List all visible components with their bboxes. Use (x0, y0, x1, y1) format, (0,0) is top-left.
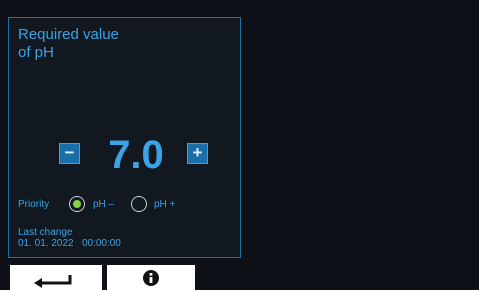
last-change-value: 01. 01. 2022 00:00:00 (18, 238, 121, 249)
last-change-info: Last change 01. 01. 2022 00:00:00 (18, 227, 121, 249)
increase-button[interactable]: + (187, 143, 208, 164)
panel-title: Required value of pH (18, 26, 119, 62)
priority-row: Priority pH – pH + (18, 196, 238, 214)
radio-selected-dot (73, 200, 81, 208)
device-screen: Required value of pH − 7.0 + Priority pH… (0, 0, 479, 290)
return-arrow-icon (34, 275, 72, 288)
back-button[interactable] (10, 265, 102, 290)
panel-title-line2: of pH (18, 44, 54, 61)
priority-ph-minus-radio[interactable] (69, 196, 85, 212)
setpoint-stepper: − 7.0 + (9, 133, 242, 177)
priority-label: Priority (18, 199, 50, 210)
decrease-button[interactable]: − (59, 143, 80, 164)
priority-ph-plus-label[interactable]: pH + (154, 196, 175, 214)
setpoint-value: 7.0 (108, 133, 164, 177)
info-button[interactable] (107, 265, 195, 290)
priority-ph-plus-radio[interactable] (131, 196, 147, 212)
priority-ph-minus-label[interactable]: pH – (93, 196, 114, 214)
last-change-label: Last change (18, 227, 73, 238)
info-icon (143, 270, 159, 286)
panel-title-line1: Required value (18, 26, 119, 43)
ph-setpoint-panel: Required value of pH − 7.0 + Priority pH… (8, 17, 241, 258)
